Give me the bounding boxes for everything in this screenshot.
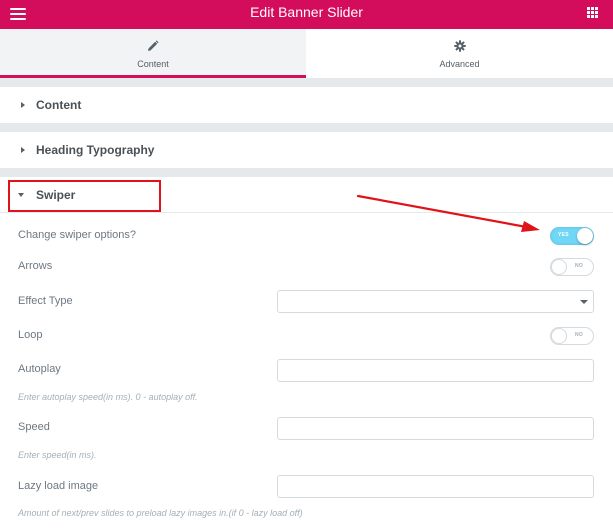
loop-label: Loop [18, 329, 43, 341]
toggle-knob [551, 259, 567, 275]
editor-header: Edit Banner Slider [0, 0, 613, 29]
speed-input[interactable] [277, 417, 594, 440]
arrows-toggle[interactable]: NO [550, 258, 594, 276]
pencil-icon [148, 40, 159, 51]
section-heading-typography-header[interactable]: Heading Typography [0, 132, 613, 168]
change-swiper-options-toggle[interactable]: YES [550, 227, 594, 245]
widgets-grid-icon[interactable] [587, 7, 598, 18]
effect-type-label: Effect Type [18, 295, 73, 307]
section-content-header[interactable]: Content [0, 87, 613, 123]
gear-icon [453, 40, 466, 52]
toggle-text: YES [558, 232, 569, 238]
caret-right-icon [21, 102, 25, 108]
dropdown-arrow-icon [580, 300, 588, 304]
section-gap [0, 123, 613, 132]
caret-down-icon [18, 193, 24, 197]
toggle-knob [577, 228, 593, 244]
section-swiper-header[interactable]: Swiper [0, 177, 613, 213]
toggle-knob [551, 328, 567, 344]
section-gap [0, 78, 613, 87]
toggle-text: NO [575, 332, 584, 338]
tab-advanced-label: Advanced [439, 59, 480, 69]
lazy-load-image-description: Amount of next/prev slides to preload la… [18, 508, 303, 518]
tab-content-label: Content [137, 59, 169, 69]
speed-description: Enter speed(in ms). [18, 450, 97, 460]
change-swiper-options-label: Change swiper options? [18, 229, 137, 241]
section-title: Content [36, 98, 82, 112]
caret-right-icon [21, 147, 25, 153]
tab-content[interactable]: Content [0, 29, 306, 78]
tab-advanced[interactable]: Advanced [306, 29, 613, 78]
autoplay-description: Enter autoplay speed(in ms). 0 - autopla… [18, 392, 198, 402]
speed-label: Speed [18, 421, 50, 433]
section-gap [0, 168, 613, 177]
autoplay-label: Autoplay [18, 363, 61, 375]
lazy-load-image-label: Lazy load image [18, 480, 99, 492]
section-title: Swiper [36, 188, 76, 202]
loop-toggle[interactable]: NO [550, 327, 594, 345]
panel-tabs: Content Advanced [0, 29, 613, 78]
section-title: Heading Typography [36, 143, 155, 157]
effect-type-select[interactable] [277, 290, 594, 313]
section-divider [0, 212, 613, 213]
lazy-load-image-input[interactable] [277, 475, 594, 498]
autoplay-input[interactable] [277, 359, 594, 382]
panel-title: Edit Banner Slider [250, 4, 363, 20]
toggle-text: NO [575, 263, 584, 269]
arrows-label: Arrows [18, 260, 53, 272]
